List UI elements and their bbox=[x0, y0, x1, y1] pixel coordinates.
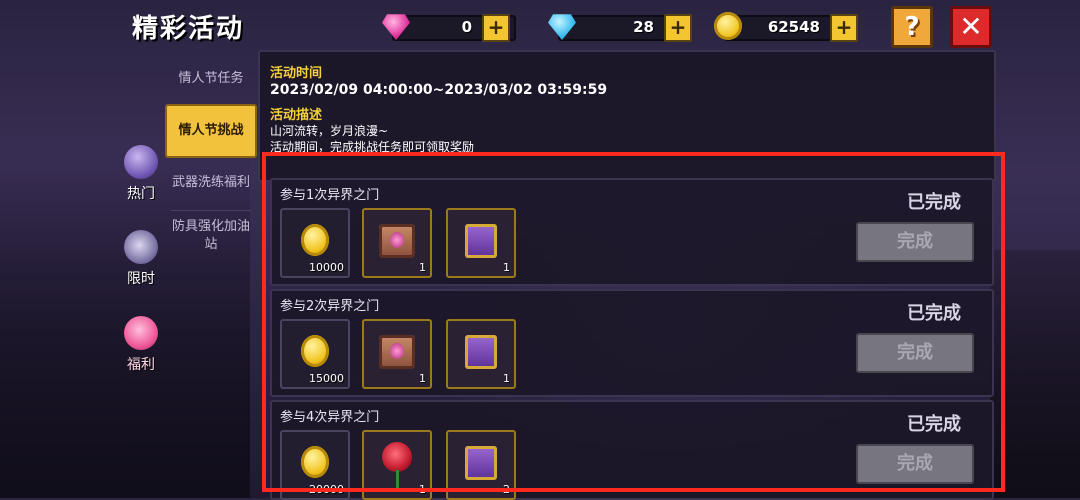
gold-coin-count: 62548 bbox=[767, 18, 820, 36]
reward-count: 1 bbox=[419, 372, 426, 385]
reward-slot[interactable]: 1 bbox=[362, 319, 432, 389]
task-status: 已完成 bbox=[907, 414, 961, 435]
reward-slot[interactable]: 1 bbox=[446, 319, 516, 389]
reward-slot[interactable]: 1 bbox=[362, 430, 432, 500]
gold-coin-icon bbox=[301, 224, 329, 256]
task-row: 参与4次异界之门 20000 1 2 已完成 完成 bbox=[270, 400, 994, 500]
hot-icon bbox=[124, 145, 158, 179]
gift-icon bbox=[124, 316, 158, 350]
help-button[interactable]: ? bbox=[891, 6, 933, 48]
purple-box-icon bbox=[465, 224, 497, 258]
time-value: 2023/02/09 04:00:00~2023/03/02 03:59:59 bbox=[270, 82, 608, 98]
reward-count: 2 bbox=[503, 483, 510, 496]
gold-coin-icon bbox=[301, 446, 329, 478]
close-button[interactable]: ✕ bbox=[950, 6, 992, 48]
resource-gold-coin: 62548 + bbox=[714, 12, 860, 42]
reward-count: 20000 bbox=[309, 483, 344, 496]
add-blue-diamond-button[interactable]: + bbox=[664, 14, 692, 42]
reward-slot[interactable]: 10000 bbox=[280, 208, 350, 278]
sidebar-item-label: 限时 bbox=[127, 271, 155, 287]
task-status: 已完成 bbox=[907, 303, 961, 324]
activity-info-panel: 活动时间 2023/02/09 04:00:00~2023/03/02 03:5… bbox=[258, 50, 996, 182]
reward-count: 1 bbox=[503, 261, 510, 274]
purple-box-icon bbox=[465, 335, 497, 369]
reward-count: 1 bbox=[503, 372, 510, 385]
tab-valentine-challenge[interactable]: 情人节挑战 bbox=[165, 104, 257, 158]
tab-weapon-refine[interactable]: 武器洗练福利 bbox=[165, 174, 257, 192]
sidebar-item-label: 热门 bbox=[127, 186, 155, 202]
add-pink-gem-button[interactable]: + bbox=[482, 14, 510, 42]
page-title: 精彩活动 bbox=[132, 14, 245, 44]
sidebar-item-label: 福利 bbox=[127, 357, 155, 373]
pink-gem-count: 0 bbox=[461, 18, 472, 36]
desc-line: 山河流转，岁月浪漫~ bbox=[270, 124, 389, 138]
background-rock bbox=[990, 250, 1080, 498]
tab-divider bbox=[171, 210, 251, 211]
task-name: 参与4次异界之门 bbox=[280, 410, 380, 425]
sidebar-item-hot[interactable]: 热门 bbox=[118, 145, 164, 203]
reward-slot[interactable]: 20000 bbox=[280, 430, 350, 500]
reward-count: 15000 bbox=[309, 372, 344, 385]
reward-slot[interactable]: 15000 bbox=[280, 319, 350, 389]
task-row: 参与1次异界之门 10000 1 1 已完成 完成 bbox=[270, 178, 994, 286]
purple-box-icon bbox=[465, 446, 497, 480]
complete-button[interactable]: 完成 bbox=[856, 444, 974, 484]
activity-tabs: 情人节任务 情人节挑战 武器洗练福利 防具强化加油站 bbox=[165, 50, 257, 498]
resource-blue-diamond: 28 + bbox=[548, 12, 694, 42]
time-heading: 活动时间 bbox=[270, 66, 323, 81]
sidebar-item-limited[interactable]: 限时 bbox=[118, 230, 164, 288]
reward-slot[interactable]: 1 bbox=[362, 208, 432, 278]
add-gold-coin-button[interactable]: + bbox=[830, 14, 858, 42]
resource-pink-gem: 0 + bbox=[382, 12, 528, 42]
task-status: 已完成 bbox=[907, 192, 961, 213]
tab-valentine-task[interactable]: 情人节任务 bbox=[165, 70, 257, 88]
treasure-chest-icon bbox=[379, 224, 415, 258]
clock-icon bbox=[124, 230, 158, 264]
task-name: 参与1次异界之门 bbox=[280, 188, 380, 203]
gold-coin-icon bbox=[301, 335, 329, 367]
reward-slot[interactable]: 1 bbox=[446, 208, 516, 278]
blue-diamond-count: 28 bbox=[633, 18, 654, 36]
tab-armor-enhance[interactable]: 防具强化加油站 bbox=[165, 218, 257, 254]
rose-icon bbox=[382, 442, 412, 472]
sidebar-item-welfare[interactable]: 福利 bbox=[118, 316, 164, 374]
treasure-chest-icon bbox=[379, 335, 415, 369]
complete-button[interactable]: 完成 bbox=[856, 222, 974, 262]
rose-stem bbox=[396, 470, 399, 490]
complete-button[interactable]: 完成 bbox=[856, 333, 974, 373]
desc-heading: 活动描述 bbox=[270, 108, 323, 123]
desc-line: 活动期间，完成挑战任务即可领取奖励 bbox=[270, 140, 475, 154]
task-name: 参与2次异界之门 bbox=[280, 299, 380, 314]
reward-slot[interactable]: 2 bbox=[446, 430, 516, 500]
reward-count: 10000 bbox=[309, 261, 344, 274]
reward-count: 1 bbox=[419, 483, 426, 496]
task-row: 参与2次异界之门 15000 1 1 已完成 完成 bbox=[270, 289, 994, 397]
reward-count: 1 bbox=[419, 261, 426, 274]
